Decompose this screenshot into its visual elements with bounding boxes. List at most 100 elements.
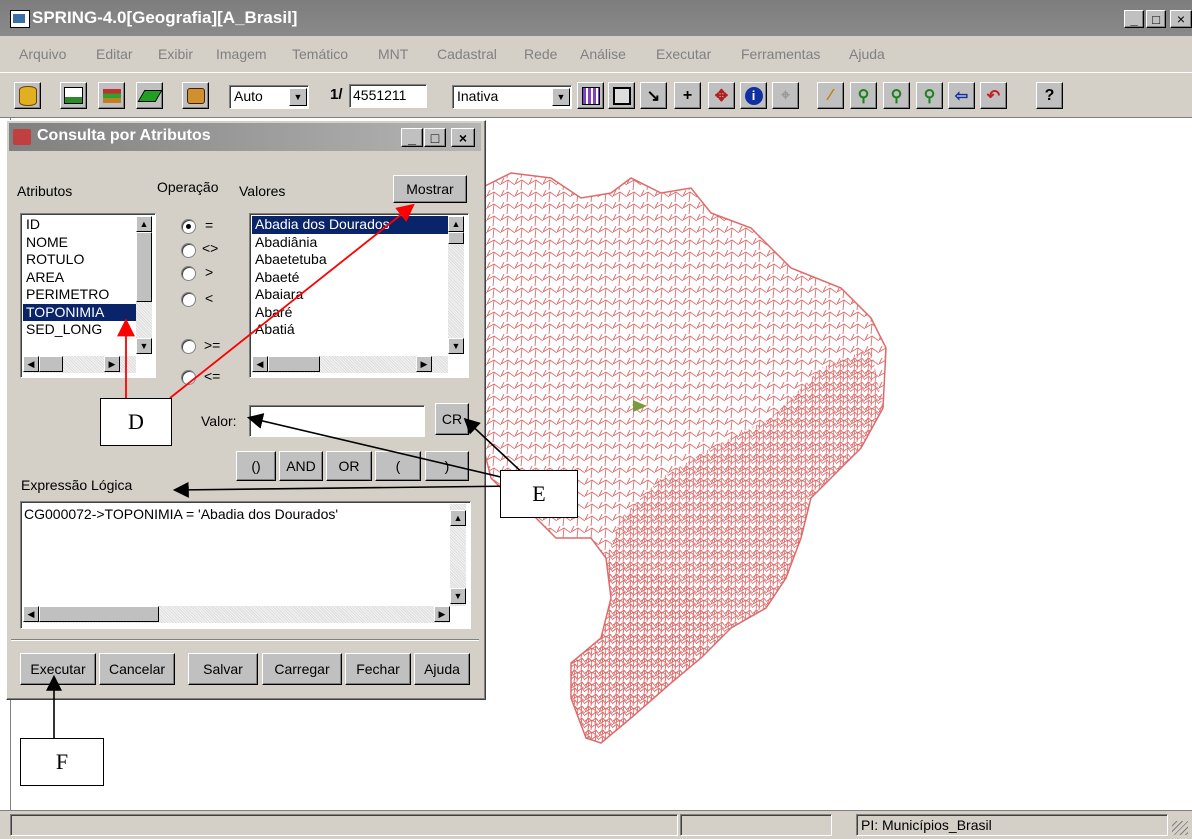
dialog-maximize-button[interactable]: □ [424, 128, 446, 147]
scroll-down-icon[interactable]: ▼ [448, 338, 464, 354]
menu-analise[interactable]: Análise [580, 46, 626, 62]
values-hscroll[interactable]: ◀ ▶ [252, 356, 448, 373]
menu-editar[interactable]: Editar [96, 46, 133, 62]
menu-ajuda[interactable]: Ajuda [849, 46, 885, 62]
grid-icon[interactable] [608, 82, 635, 109]
load-button[interactable]: Carregar [262, 653, 342, 685]
expression-hscroll[interactable]: ◀ ▶ [23, 606, 450, 623]
crosshair-icon[interactable]: + [674, 82, 701, 109]
close-button[interactable]: × [1170, 10, 1192, 28]
scroll-right-icon[interactable]: ▶ [434, 606, 450, 622]
select-cursor-icon[interactable]: ↘ [640, 82, 667, 109]
info-icon[interactable]: i [740, 82, 767, 109]
expression-textarea[interactable]: CG000072->TOPONIMIA = 'Abadia dos Dourad… [20, 501, 471, 629]
values-list[interactable]: Abadia dos Dourados Abadiânia Abaetetuba… [249, 213, 469, 378]
valor-input[interactable] [249, 405, 425, 437]
list-item[interactable]: PERIMETRO [23, 286, 136, 304]
or-button[interactable]: OR [326, 451, 372, 481]
back-arrow-icon[interactable]: ⇦ [948, 82, 975, 109]
undo-icon[interactable]: ↶ [980, 82, 1007, 109]
menu-executar[interactable]: Executar [656, 46, 711, 62]
menu-exibir[interactable]: Exibir [158, 46, 193, 62]
scale-mode-select[interactable]: Auto ▼ [229, 85, 309, 109]
operation-radio-lt[interactable] [181, 292, 196, 307]
menu-imagem[interactable]: Imagem [216, 46, 267, 62]
list-item[interactable]: Abaetetuba [252, 251, 448, 269]
list-item[interactable]: ROTULO [23, 251, 136, 269]
cancel-button[interactable]: Cancelar [99, 653, 175, 685]
zoom-area-icon[interactable]: ⚲ [916, 82, 943, 109]
save-button[interactable]: Salvar [188, 653, 258, 685]
pencil-icon[interactable]: ⁄ [817, 82, 844, 109]
and-button[interactable]: AND [279, 451, 323, 481]
dialog-minimize-button[interactable]: _ [401, 128, 423, 147]
resize-grip-icon[interactable] [1172, 821, 1188, 835]
menu-mnt[interactable]: MNT [378, 46, 408, 62]
execute-button[interactable]: Executar [20, 653, 96, 685]
menu-cadastral[interactable]: Cadastral [437, 46, 497, 62]
list-item[interactable]: Abatiá [252, 321, 448, 339]
scale-input[interactable]: 4551211 [349, 84, 427, 108]
scroll-left-icon[interactable]: ◀ [252, 356, 268, 372]
state-select[interactable]: Inativa ▼ [452, 85, 572, 109]
menu-tematico[interactable]: Temático [292, 46, 348, 62]
operation-radio-lte[interactable] [181, 370, 196, 385]
list-item[interactable]: AREA [23, 269, 136, 287]
list-item[interactable]: Abadiânia [252, 234, 448, 252]
minimize-button[interactable]: _ [1124, 10, 1144, 28]
attributes-hscroll[interactable]: ◀ ▶ [23, 356, 136, 373]
chevron-down-icon[interactable]: ▼ [552, 88, 570, 106]
scroll-up-icon[interactable]: ▲ [448, 216, 464, 232]
scroll-up-icon[interactable]: ▲ [136, 216, 152, 232]
scroll-right-icon[interactable]: ▶ [104, 356, 120, 372]
operation-radio-neq[interactable] [181, 243, 196, 258]
scroll-left-icon[interactable]: ◀ [23, 356, 39, 372]
scroll-down-icon[interactable]: ▼ [136, 338, 152, 354]
main-title-bar[interactable]: SPRING-4.0[Geografia][A_Brasil] _ □ × [0, 0, 1192, 36]
zoom-out-icon[interactable]: ⚲ [883, 82, 910, 109]
operation-radio-gte[interactable] [181, 339, 196, 354]
project-icon[interactable] [60, 82, 87, 109]
scroll-thumb[interactable] [136, 232, 152, 302]
maximize-button[interactable]: □ [1146, 10, 1166, 28]
list-item[interactable]: ID [23, 216, 136, 234]
operation-radio-gt[interactable] [181, 266, 196, 281]
plane-icon[interactable] [136, 82, 163, 109]
chevron-down-icon[interactable]: ▼ [289, 88, 307, 106]
list-item-selected[interactable]: TOPONIMIA [23, 303, 136, 321]
help-icon[interactable]: ? [1036, 82, 1063, 109]
parentheses-button[interactable]: () [236, 451, 276, 481]
tool-disabled-icon[interactable]: ⌖ [772, 82, 799, 109]
layers-icon[interactable] [98, 82, 125, 109]
list-item[interactable]: Abaeté [252, 269, 448, 287]
scroll-left-icon[interactable]: ◀ [23, 606, 39, 622]
draw-icon[interactable] [182, 82, 209, 109]
menu-ferramentas[interactable]: Ferramentas [741, 46, 820, 62]
dialog-close-button[interactable]: × [451, 128, 475, 147]
zoom-in-icon[interactable]: ⚲ [850, 82, 877, 109]
scroll-down-icon[interactable]: ▼ [450, 588, 466, 604]
scroll-thumb[interactable] [448, 232, 464, 244]
operation-radio-eq[interactable] [181, 219, 196, 234]
menu-rede[interactable]: Rede [524, 46, 557, 62]
scroll-right-icon[interactable]: ▶ [416, 356, 432, 372]
callout-f: F [20, 738, 104, 786]
help-button[interactable]: Ajuda [414, 653, 470, 685]
list-item[interactable]: Abaiara [252, 286, 448, 304]
spectrum-icon[interactable] [577, 82, 604, 109]
show-button[interactable]: Mostrar [393, 175, 467, 203]
list-item[interactable]: Abaré [252, 304, 448, 322]
cr-button[interactable]: CR [435, 403, 469, 435]
list-item[interactable]: SED_LONG [23, 321, 136, 339]
menu-arquivo[interactable]: Arquivo [19, 46, 66, 62]
list-item-selected[interactable]: Abadia dos Dourados [252, 216, 448, 234]
scroll-up-icon[interactable]: ▲ [450, 510, 466, 526]
close-dialog-button[interactable]: Fechar [345, 653, 411, 685]
open-paren-button[interactable]: ( [375, 451, 421, 481]
pan-icon[interactable]: ✥ [708, 82, 735, 109]
close-paren-button[interactable]: ) [425, 451, 469, 481]
dialog-title-bar[interactable]: Consulta por Atributos _ □ × [9, 123, 481, 151]
list-item[interactable]: NOME [23, 234, 136, 252]
attributes-list[interactable]: ID NOME ROTULO AREA PERIMETRO TOPONIMIA … [20, 213, 156, 378]
database-icon[interactable] [14, 82, 41, 109]
